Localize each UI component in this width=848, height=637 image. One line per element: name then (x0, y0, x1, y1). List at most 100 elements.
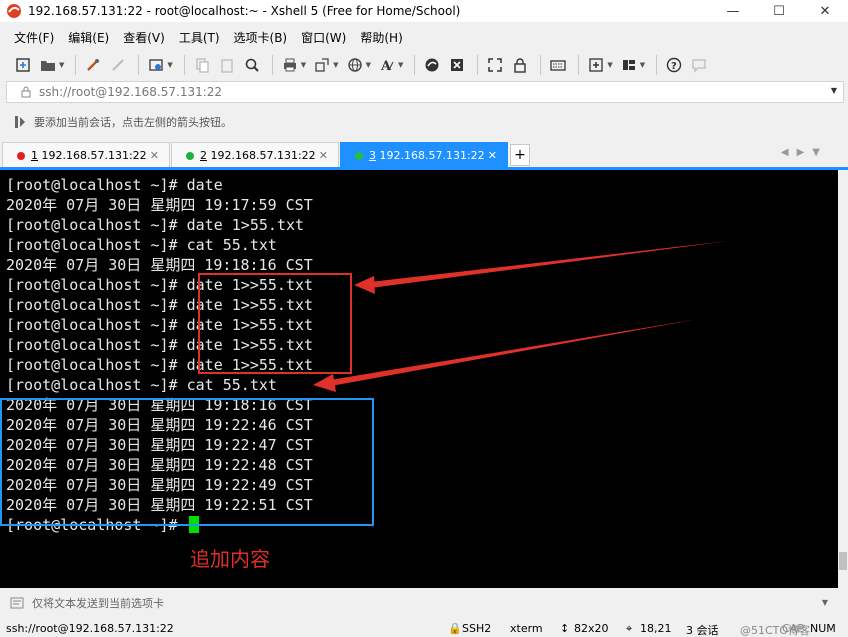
settings-icon[interactable] (145, 54, 167, 76)
tab-session-3[interactable]: 3 192.168.57.131:22 ✕ (340, 142, 508, 168)
svg-text:A: A (380, 59, 392, 73)
scrollbar-thumb[interactable] (839, 552, 847, 570)
menu-edit[interactable]: 编辑(E) (68, 29, 109, 46)
tab-session-1[interactable]: 1 192.168.57.131:22 ✕ (2, 142, 170, 168)
chevron-down-icon[interactable]: ▼ (167, 61, 172, 69)
address-bar[interactable]: ssh://root@192.168.57.131:22 ▼ (6, 81, 844, 103)
print-icon[interactable] (279, 54, 301, 76)
terminal-line: [root@localhost ~]# cat 55.txt (6, 236, 277, 254)
fullscreen-icon[interactable] (484, 54, 506, 76)
resize-icon: ↕ (560, 622, 570, 635)
chevron-down-icon[interactable]: ▼ (366, 61, 371, 69)
lock-icon (21, 86, 31, 98)
xftp-icon[interactable] (421, 54, 443, 76)
toolbar-divider (138, 55, 140, 75)
status-protocol: SSH2 (462, 622, 492, 635)
terminal-line: 2020年 07月 30日 星期四 19:18:16 CST (6, 256, 313, 274)
tab-scroll-arrows[interactable]: ◀▶▼ (781, 147, 828, 158)
menu-file[interactable]: 文件(F) (14, 29, 54, 46)
menu-tools[interactable]: 工具(T) (179, 29, 220, 46)
tab-number: 1 (31, 149, 38, 162)
address-input[interactable]: ssh://root@192.168.57.131:22 (39, 85, 222, 99)
minimize-button[interactable]: — (710, 0, 756, 22)
tab-session-2[interactable]: 2 192.168.57.131:22 ✕ (171, 142, 339, 168)
new-session-icon[interactable] (12, 54, 34, 76)
status-connection: ssh://root@192.168.57.131:22 (6, 622, 174, 635)
toolbar-divider (75, 55, 77, 75)
xmanager-icon[interactable] (446, 54, 468, 76)
toolbar-divider (540, 55, 542, 75)
status-dot (355, 151, 363, 160)
xshell-logo-icon (7, 4, 21, 18)
paste-icon[interactable] (216, 54, 238, 76)
cursor-position-icon: ⌖ (626, 622, 633, 635)
toolbar-divider (578, 55, 580, 75)
chevron-down-icon[interactable]: ▼ (398, 61, 403, 69)
terminal-line: [root@localhost ~]# date 1>55.txt (6, 216, 305, 234)
compose-icon (10, 597, 24, 609)
title-bar: 192.168.57.131:22 - root@localhost:~ - X… (0, 0, 848, 22)
status-position: 18,21 (640, 622, 672, 635)
tab-number: 3 (369, 149, 376, 162)
compose-bar[interactable]: 仅将文本发送到当前选项卡 ▼ (0, 590, 848, 616)
tab-label: 192.168.57.131:22 (210, 149, 316, 162)
toolbar-divider (656, 55, 658, 75)
toolbar-divider (271, 55, 273, 75)
toolbar: ▼ ▼ ▼ ▼ ▼ A ▼ ▼ ▼ ? (0, 51, 848, 79)
status-size: 82x20 (574, 622, 609, 635)
open-folder-icon[interactable] (37, 54, 59, 76)
properties-icon[interactable] (82, 54, 104, 76)
close-icon[interactable]: ✕ (150, 149, 159, 162)
menu-bar: 文件(F) 编辑(E) 查看(V) 工具(T) 选项卡(B) 窗口(W) 帮助(… (0, 27, 848, 47)
menu-window[interactable]: 窗口(W) (301, 29, 346, 46)
globe-icon[interactable] (344, 54, 366, 76)
chevron-down-icon[interactable]: ▼ (822, 598, 828, 607)
layout-icon[interactable] (618, 54, 640, 76)
status-caps: CAP (782, 622, 804, 635)
toolbar-divider (477, 55, 479, 75)
chat-icon[interactable] (688, 54, 710, 76)
close-button[interactable]: ✕ (802, 0, 848, 22)
tab-number: 2 (200, 149, 207, 162)
chevron-down-icon[interactable]: ▼ (607, 61, 612, 69)
keyboard-icon[interactable] (547, 54, 569, 76)
add-session-arrow-icon[interactable] (14, 115, 28, 129)
terminal-line: [root@localhost ~]# cat 55.txt (6, 376, 277, 394)
terminal-line: 2020年 07月 30日 星期四 19:17:59 CST (6, 196, 313, 214)
annotation-label: 追加内容 (190, 547, 270, 571)
chevron-down-icon[interactable]: ▼ (301, 61, 306, 69)
menu-tab[interactable]: 选项卡(B) (234, 29, 288, 46)
copy-icon[interactable] (191, 54, 213, 76)
chevron-down-icon[interactable]: ▼ (831, 86, 837, 95)
help-icon[interactable]: ? (663, 54, 685, 76)
chevron-down-icon[interactable]: ▼ (59, 61, 64, 69)
status-sessions: 3 会话 (686, 624, 719, 637)
status-dot (186, 151, 194, 160)
status-dot (17, 151, 25, 160)
compose-hint: 仅将文本发送到当前选项卡 (32, 597, 164, 610)
status-terminal-type: xterm (510, 622, 543, 635)
add-icon[interactable] (585, 54, 607, 76)
tab-bar: 1 192.168.57.131:22 ✕ 2 192.168.57.131:2… (0, 140, 848, 168)
chevron-down-icon[interactable]: ▼ (640, 61, 645, 69)
terminal-scrollbar[interactable] (838, 170, 848, 588)
terminal-line: [root@localhost ~]# date (6, 176, 223, 194)
close-icon[interactable]: ✕ (488, 149, 497, 162)
highlight-box-append-commands (198, 273, 352, 374)
status-bar: ssh://root@192.168.57.131:22 🔒 SSH2 xter… (0, 620, 848, 637)
transfer-icon[interactable] (311, 54, 333, 76)
tab-label: 192.168.57.131:22 (379, 149, 485, 162)
disconnect-icon[interactable] (107, 54, 129, 76)
lock-icon[interactable] (509, 54, 531, 76)
close-icon[interactable]: ✕ (319, 149, 328, 162)
font-icon[interactable]: A (376, 54, 398, 76)
chevron-down-icon[interactable]: ▼ (333, 61, 338, 69)
window-title: 192.168.57.131:22 - root@localhost:~ - X… (28, 4, 461, 18)
find-icon[interactable] (241, 54, 263, 76)
menu-help[interactable]: 帮助(H) (360, 29, 402, 46)
status-num: NUM (810, 622, 836, 635)
toolbar-divider (183, 55, 185, 75)
maximize-button[interactable]: ☐ (756, 0, 802, 22)
menu-view[interactable]: 查看(V) (123, 29, 165, 46)
new-tab-button[interactable]: + (510, 144, 530, 166)
